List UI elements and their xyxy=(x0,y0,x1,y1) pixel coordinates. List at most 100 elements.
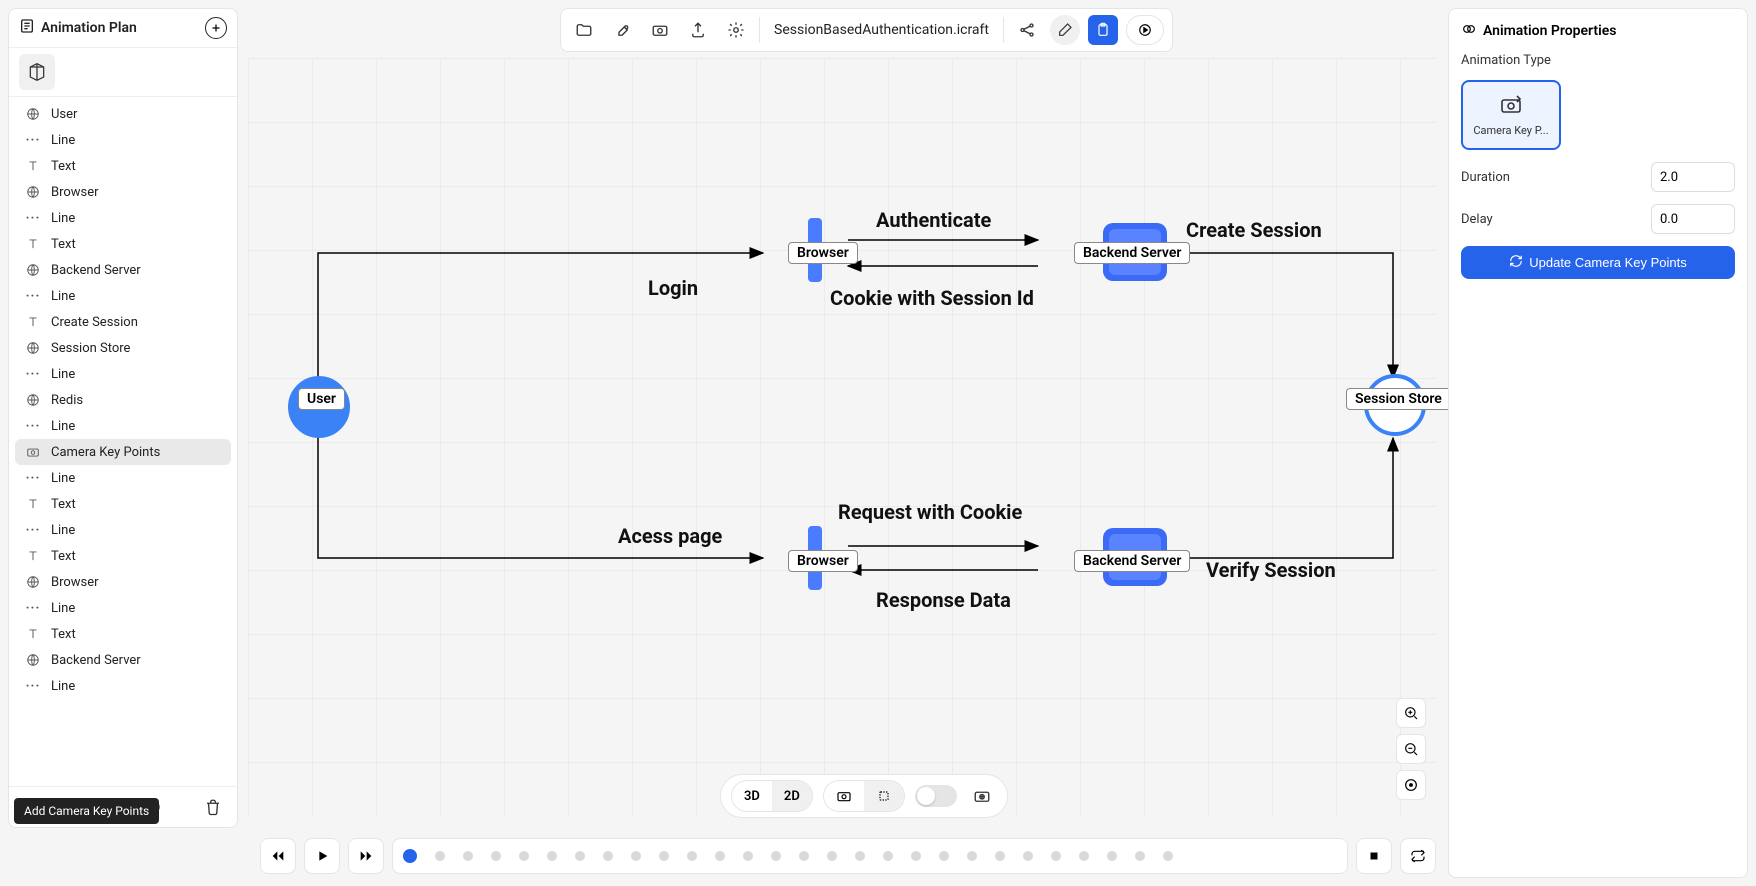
clipboard-icon[interactable] xyxy=(1088,15,1118,45)
timeline-track[interactable] xyxy=(392,838,1348,874)
timeline-keyframe[interactable] xyxy=(827,851,837,861)
timeline-keyframe[interactable] xyxy=(799,851,809,861)
plan-item-label: Line xyxy=(51,211,75,226)
timeline-play-button[interactable] xyxy=(304,838,340,874)
plan-item-label: Backend Server xyxy=(51,263,141,278)
zoom-in-button[interactable] xyxy=(1396,698,1426,728)
timeline-keyframe[interactable] xyxy=(939,851,949,861)
timeline-keyframe[interactable] xyxy=(967,851,977,861)
timeline-keyframe[interactable] xyxy=(491,851,501,861)
plan-item[interactable]: ··· Line xyxy=(15,205,231,231)
timeline-keyframe[interactable] xyxy=(771,851,781,861)
share-icon[interactable] xyxy=(1012,15,1042,45)
timeline-keyframe[interactable] xyxy=(1135,851,1145,861)
timeline-keyframe[interactable] xyxy=(435,851,445,861)
timeline-stop-button[interactable] xyxy=(1356,838,1392,874)
timeline-keyframe[interactable] xyxy=(911,851,921,861)
timeline-keyframe[interactable] xyxy=(603,851,613,861)
view-toggle[interactable] xyxy=(915,785,957,807)
timeline-rewind-button[interactable] xyxy=(260,838,296,874)
delay-input[interactable]: 0.0 xyxy=(1651,204,1735,234)
verify-text: Verify Session xyxy=(1206,558,1336,582)
upload-icon[interactable] xyxy=(683,15,713,45)
plan-item[interactable]: ···Line xyxy=(15,361,231,387)
timeline-keyframe[interactable] xyxy=(1163,851,1173,861)
timeline-keyframe[interactable] xyxy=(743,851,753,861)
plan-item[interactable]: Create Session xyxy=(15,309,231,335)
mode-2d[interactable]: 2D xyxy=(772,781,812,811)
dots-icon: ··· xyxy=(25,210,41,226)
plan-item[interactable]: Text xyxy=(15,491,231,517)
timeline-keyframe[interactable] xyxy=(403,849,417,863)
recenter-button[interactable] xyxy=(1396,770,1426,800)
text-icon xyxy=(25,158,41,174)
plan-item[interactable]: Session Store xyxy=(15,335,231,361)
update-camera-button[interactable]: Update Camera Key Points xyxy=(1461,246,1735,279)
timeline-keyframe[interactable] xyxy=(547,851,557,861)
mode-3d[interactable]: 3D xyxy=(732,781,772,811)
plan-item-label: Redis xyxy=(51,393,83,408)
timeline-keyframe[interactable] xyxy=(855,851,865,861)
plan-item[interactable]: ···Line xyxy=(15,595,231,621)
eraser-icon[interactable] xyxy=(1050,15,1080,45)
timeline-keyframe[interactable] xyxy=(575,851,585,861)
plan-item-label: Browser xyxy=(51,185,99,200)
plan-item[interactable]: ···Line xyxy=(15,127,231,153)
plan-item[interactable]: ···Line xyxy=(15,673,231,699)
timeline-loop-button[interactable] xyxy=(1400,838,1436,874)
cube-button[interactable] xyxy=(19,54,55,90)
canvas[interactable]: User Browser Backend Server Session Stor… xyxy=(248,58,1436,816)
plan-item[interactable]: ···Line xyxy=(15,517,231,543)
plan-item[interactable]: Browser xyxy=(15,569,231,595)
timeline-keyframe[interactable] xyxy=(519,851,529,861)
plan-item[interactable]: Backend Server xyxy=(15,647,231,673)
play-button[interactable] xyxy=(1126,15,1164,45)
plan-item[interactable]: ···Line xyxy=(15,465,231,491)
delay-row: Delay 0.0 xyxy=(1461,204,1735,234)
timeline-keyframe[interactable] xyxy=(1051,851,1061,861)
plan-item-label: Line xyxy=(51,133,75,148)
type-card[interactable]: Camera Key P... xyxy=(1461,80,1561,150)
timeline-keyframe[interactable] xyxy=(1023,851,1033,861)
camera-icon[interactable] xyxy=(645,15,675,45)
add-plan-button[interactable] xyxy=(205,17,227,39)
plan-item[interactable]: ···Line xyxy=(15,283,231,309)
select-icon[interactable] xyxy=(864,781,904,811)
timeline-forward-button[interactable] xyxy=(348,838,384,874)
timeline-keyframe[interactable] xyxy=(463,851,473,861)
duration-input[interactable]: 2.0 xyxy=(1651,162,1735,192)
focus-camera-icon[interactable] xyxy=(967,781,997,811)
animation-plan-sidebar: Animation Plan User···LineTextBrowser···… xyxy=(8,8,238,828)
settings-icon[interactable] xyxy=(721,15,751,45)
plan-item[interactable]: Redis xyxy=(15,387,231,413)
timeline-keyframe[interactable] xyxy=(995,851,1005,861)
timeline-keyframe[interactable] xyxy=(659,851,669,861)
timeline-keyframe[interactable] xyxy=(687,851,697,861)
zoom-out-button[interactable] xyxy=(1396,734,1426,764)
plan-item-label: Text xyxy=(51,549,76,564)
timeline-keyframe[interactable] xyxy=(883,851,893,861)
plan-item[interactable]: Text xyxy=(15,153,231,179)
text-icon xyxy=(25,626,41,642)
dots-icon: ··· xyxy=(25,288,41,304)
plan-item[interactable]: Text xyxy=(15,543,231,569)
plan-item[interactable]: Text xyxy=(15,621,231,647)
timeline-keyframe[interactable] xyxy=(631,851,641,861)
access-text: Acess page xyxy=(618,524,722,548)
properties-panel: Animation Properties Animation Type Came… xyxy=(1448,8,1748,878)
pen-icon[interactable] xyxy=(607,15,637,45)
timeline-keyframe[interactable] xyxy=(1107,851,1117,861)
plan-item[interactable]: Browser xyxy=(15,179,231,205)
plan-item-label: Text xyxy=(51,237,76,252)
folder-icon[interactable] xyxy=(569,15,599,45)
timeline-keyframe[interactable] xyxy=(715,851,725,861)
snapshot-icon[interactable] xyxy=(824,781,864,811)
delete-icon[interactable] xyxy=(201,795,225,819)
plan-item[interactable]: ···Line xyxy=(15,413,231,439)
plan-item[interactable]: Text xyxy=(15,231,231,257)
plan-item[interactable]: User xyxy=(15,101,231,127)
plan-item[interactable]: Backend Server xyxy=(15,257,231,283)
dots-icon: ··· xyxy=(25,600,41,616)
plan-item[interactable]: Camera Key Points xyxy=(15,439,231,465)
timeline-keyframe[interactable] xyxy=(1079,851,1089,861)
